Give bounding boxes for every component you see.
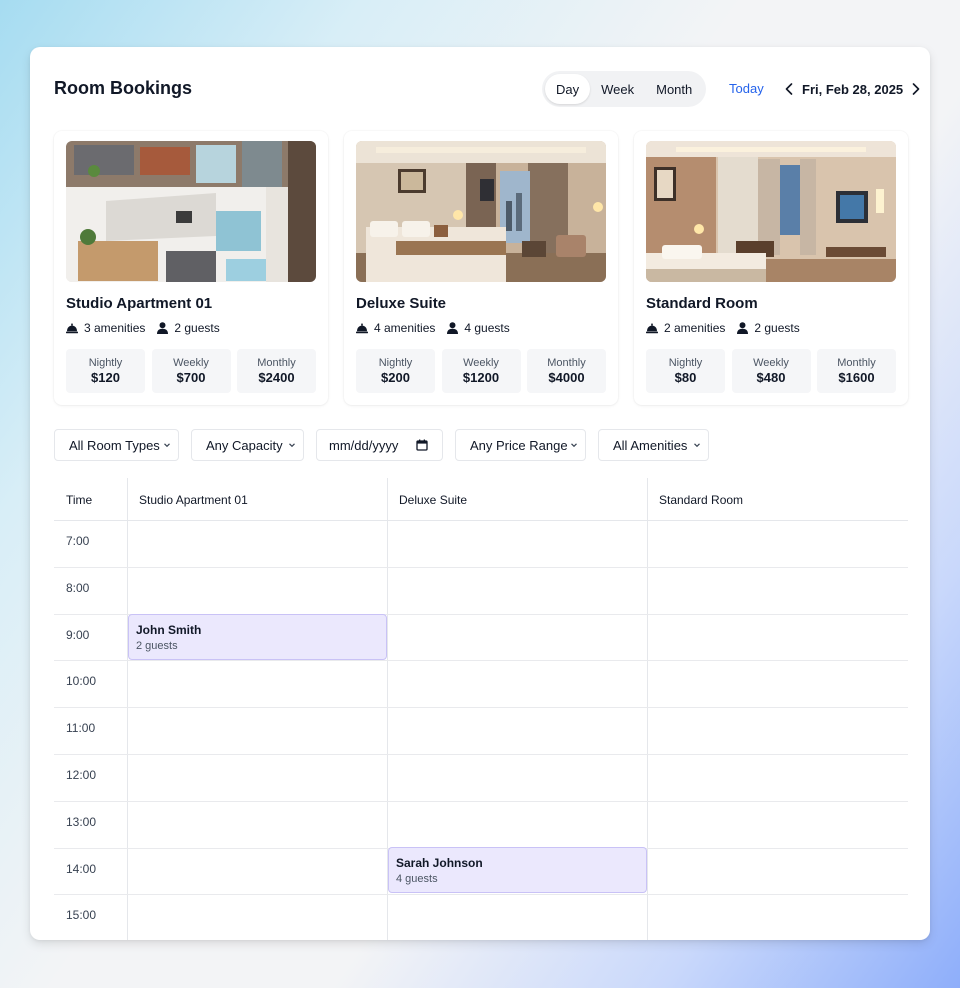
room-name: Studio Apartment 01 bbox=[66, 295, 213, 312]
room-photo bbox=[646, 141, 896, 282]
price-nightly: Nightly $200 bbox=[356, 349, 435, 393]
column-header-deluxe-suite: Deluxe Suite bbox=[399, 492, 468, 507]
schedule-grid: Time Studio Apartment 01 Deluxe Suite St… bbox=[54, 478, 908, 940]
room-type-select[interactable]: All Room Types bbox=[54, 429, 179, 461]
room-meta: 2 amenities 2 guests bbox=[646, 321, 812, 335]
price-list: Nightly $80 Weekly $480 Monthly $1600 bbox=[646, 349, 896, 393]
time-label: 11:00 bbox=[66, 721, 96, 736]
price-monthly: Monthly $4000 bbox=[527, 349, 606, 393]
amenities-select[interactable]: All Amenities bbox=[598, 429, 709, 461]
calendar-icon bbox=[416, 439, 428, 451]
schedule-header: Time Studio Apartment 01 Deluxe Suite St… bbox=[54, 478, 908, 521]
booking-john-smith[interactable]: John Smith 2 guests bbox=[128, 614, 387, 660]
amenities-count: 4 amenities bbox=[356, 321, 435, 335]
user-icon bbox=[447, 322, 459, 334]
view-month-button[interactable]: Month bbox=[645, 74, 703, 104]
room-bookings-panel: Room Bookings Day Week Month Today Fri, … bbox=[30, 47, 930, 940]
room-photo bbox=[356, 141, 606, 282]
chevron-down-icon bbox=[571, 443, 577, 448]
view-toggle: Day Week Month bbox=[542, 71, 706, 107]
time-row[interactable]: 15:00 bbox=[54, 895, 908, 940]
guests-count: 2 guests bbox=[737, 321, 800, 335]
view-week-button[interactable]: Week bbox=[590, 74, 645, 104]
price-list: Nightly $120 Weekly $700 Monthly $2400 bbox=[66, 349, 316, 393]
time-label: 14:00 bbox=[66, 861, 97, 876]
booking-sarah-johnson[interactable]: Sarah Johnson 4 guests bbox=[388, 847, 647, 893]
time-row[interactable]: 12:00 bbox=[54, 755, 908, 802]
time-row[interactable]: 13:00 bbox=[54, 802, 908, 849]
user-icon bbox=[157, 322, 169, 334]
price-range-select[interactable]: Any Price Range bbox=[455, 429, 586, 461]
room-card-studio-apartment[interactable]: Studio Apartment 01 3 amenities 2 guests… bbox=[54, 131, 328, 405]
time-column-header: Time bbox=[66, 492, 93, 507]
amenities-count: 3 amenities bbox=[66, 321, 145, 335]
room-name: Deluxe Suite bbox=[356, 295, 447, 312]
booking-guest-count: 4 guests bbox=[396, 873, 438, 885]
chevron-left-icon[interactable] bbox=[782, 79, 796, 99]
page-title: Room Bookings bbox=[54, 78, 192, 98]
amenities-count: 2 amenities bbox=[646, 321, 725, 335]
time-label: 12:00 bbox=[66, 767, 97, 782]
column-header-standard-room: Standard Room bbox=[659, 492, 744, 507]
date-navigator: Fri, Feb 28, 2025 bbox=[782, 77, 923, 101]
chevron-down-icon bbox=[289, 443, 295, 448]
chevron-down-icon bbox=[164, 443, 170, 448]
user-icon bbox=[737, 322, 749, 334]
price-weekly: Weekly $700 bbox=[151, 349, 231, 393]
price-nightly: Nightly $80 bbox=[646, 349, 725, 393]
service-bell-icon bbox=[646, 323, 658, 333]
guests-count: 2 guests bbox=[157, 321, 220, 335]
room-card-standard-room[interactable]: Standard Room 2 amenities 2 guests Night… bbox=[634, 131, 908, 405]
column-header-studio-apartment: Studio Apartment 01 bbox=[139, 492, 248, 507]
view-day-button[interactable]: Day bbox=[545, 74, 591, 104]
time-row[interactable]: 10:00 bbox=[54, 661, 908, 709]
current-date: Fri, Feb 28, 2025 bbox=[802, 81, 904, 97]
chevron-down-icon bbox=[694, 443, 700, 448]
price-monthly: Monthly $2400 bbox=[237, 349, 316, 393]
time-label: 13:00 bbox=[66, 814, 97, 829]
time-row[interactable]: 7:00 bbox=[54, 521, 908, 568]
room-photo bbox=[66, 141, 316, 282]
booking-guest-name: John Smith bbox=[136, 623, 202, 637]
guests-count: 4 guests bbox=[447, 321, 510, 335]
price-weekly: Weekly $1200 bbox=[441, 349, 521, 393]
room-meta: 3 amenities 2 guests bbox=[66, 321, 232, 335]
time-label: 7:00 bbox=[66, 534, 90, 548]
today-button[interactable]: Today bbox=[729, 81, 764, 96]
booking-guest-name: Sarah Johnson bbox=[396, 856, 483, 870]
price-monthly: Monthly $1600 bbox=[817, 349, 896, 393]
app-frame: Room Bookings Day Week Month Today Fri, … bbox=[0, 0, 960, 988]
room-name: Standard Room bbox=[646, 295, 758, 312]
time-label: 9:00 bbox=[66, 627, 90, 642]
room-card-deluxe-suite[interactable]: Deluxe Suite 4 amenities 4 guests Nightl… bbox=[344, 131, 618, 405]
price-list: Nightly $200 Weekly $1200 Monthly $4000 bbox=[356, 349, 606, 393]
capacity-select[interactable]: Any Capacity bbox=[191, 429, 304, 461]
time-row[interactable]: 11:00 bbox=[54, 708, 908, 755]
service-bell-icon bbox=[356, 323, 368, 333]
price-nightly: Nightly $120 bbox=[66, 349, 145, 393]
time-label: 10:00 bbox=[66, 674, 97, 689]
room-meta: 4 amenities 4 guests bbox=[356, 321, 522, 335]
time-label: 8:00 bbox=[66, 580, 90, 595]
price-weekly: Weekly $480 bbox=[731, 349, 811, 393]
chevron-right-icon[interactable] bbox=[909, 79, 923, 99]
booking-guest-count: 2 guests bbox=[136, 640, 178, 652]
time-label: 15:00 bbox=[66, 908, 97, 923]
service-bell-icon bbox=[66, 323, 78, 333]
date-input[interactable]: mm/dd/yyyy bbox=[316, 429, 443, 461]
time-row[interactable]: 8:00 bbox=[54, 568, 908, 615]
